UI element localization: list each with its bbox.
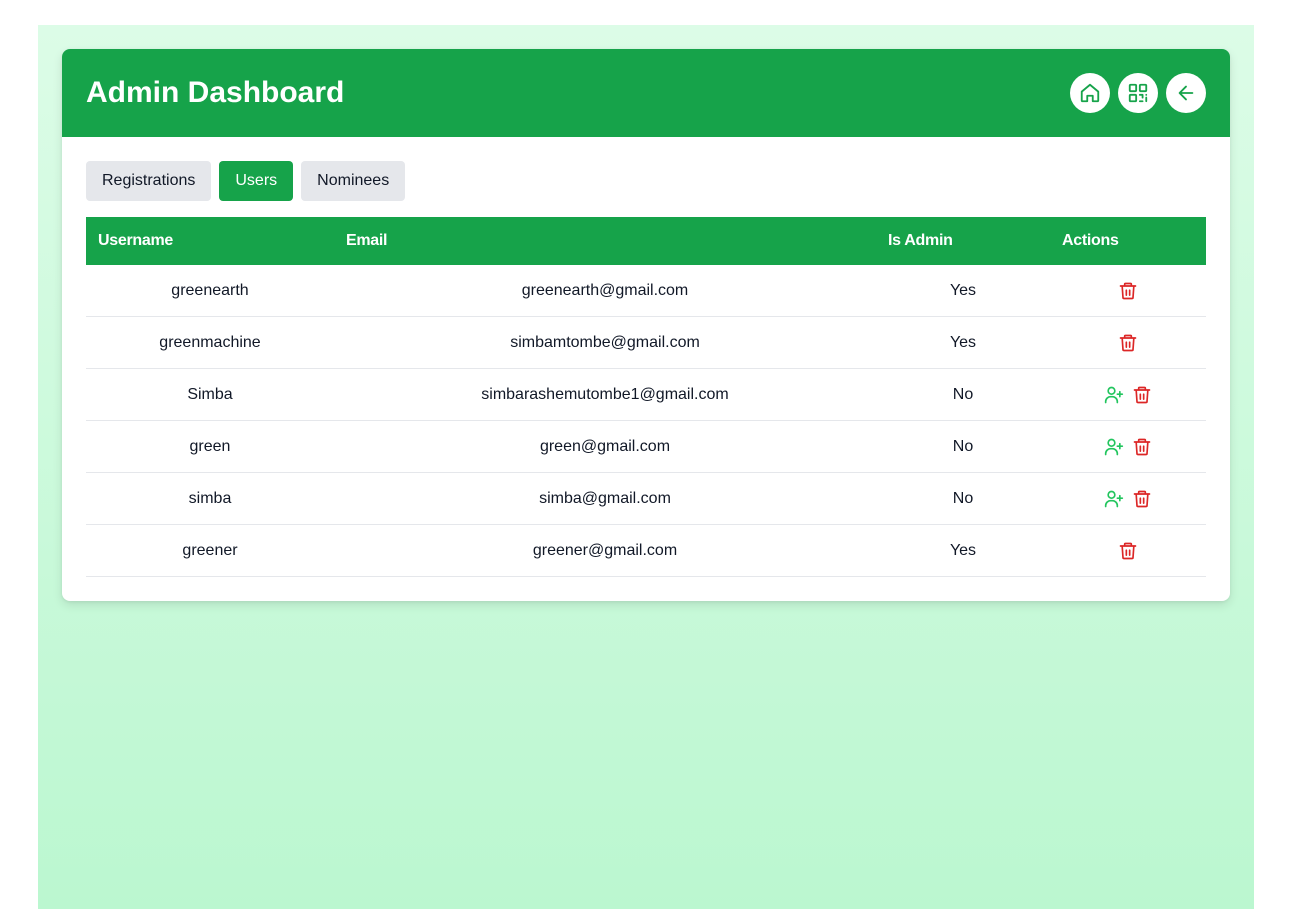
delete-user-button[interactable]: [1118, 281, 1138, 301]
table-row: simba simba@gmail.com No: [86, 472, 1206, 525]
cell-email: green@gmail.com: [334, 420, 876, 473]
cell-is-admin: No: [876, 472, 1050, 525]
cell-actions: [1050, 420, 1206, 473]
cell-email: greener@gmail.com: [334, 524, 876, 577]
cell-actions: [1050, 368, 1206, 421]
cell-actions: [1050, 265, 1206, 317]
dashboard-card: Admin Dashboard Registrations Users Nomi…: [62, 49, 1230, 601]
home-button[interactable]: [1070, 73, 1110, 113]
user-plus-icon: [1104, 386, 1124, 403]
cell-email: simbarashemutombe1@gmail.com: [334, 368, 876, 421]
home-icon: [1080, 83, 1100, 103]
dashboard-body: Registrations Users Nominees Username Em…: [62, 137, 1230, 601]
page-background: Admin Dashboard Registrations Users Nomi…: [38, 25, 1254, 909]
cell-username: Simba: [86, 368, 334, 421]
table-row: greenmachine simbamtombe@gmail.com Yes: [86, 316, 1206, 369]
cell-is-admin: Yes: [876, 265, 1050, 317]
column-header-email[interactable]: Email: [334, 217, 876, 265]
table-body: greenearth greenearth@gmail.com Yes greenma…: [86, 265, 1206, 577]
cell-username: green: [86, 420, 334, 473]
row-actions: [1062, 385, 1194, 405]
column-header-username[interactable]: Username: [86, 217, 334, 265]
cell-username: greenearth: [86, 265, 334, 317]
trash-icon: [1119, 282, 1137, 299]
trash-icon: [1133, 386, 1151, 403]
tab-nominees[interactable]: Nominees: [301, 161, 406, 201]
make-admin-button[interactable]: [1104, 385, 1124, 405]
row-actions: [1062, 281, 1194, 301]
page-title: Admin Dashboard: [86, 76, 345, 109]
cell-username: simba: [86, 472, 334, 525]
arrow-left-icon: [1178, 85, 1194, 101]
trash-icon: [1133, 438, 1151, 455]
table-row: greener greener@gmail.com Yes: [86, 524, 1206, 577]
tab-registrations[interactable]: Registrations: [86, 161, 212, 201]
trash-icon: [1133, 490, 1151, 507]
tab-users[interactable]: Users: [219, 161, 294, 201]
user-plus-icon: [1104, 438, 1124, 455]
cell-actions: [1050, 472, 1206, 525]
delete-user-button[interactable]: [1118, 333, 1138, 353]
cell-email: simba@gmail.com: [334, 472, 876, 525]
cell-is-admin: No: [876, 368, 1050, 421]
qr-code-icon: [1128, 83, 1148, 103]
delete-user-button[interactable]: [1118, 541, 1138, 561]
row-actions: [1062, 437, 1194, 457]
row-actions: [1062, 333, 1194, 353]
cell-actions: [1050, 316, 1206, 369]
cell-username: greener: [86, 524, 334, 577]
table-row: Simba simbarashemutombe1@gmail.com No: [86, 368, 1206, 421]
make-admin-button[interactable]: [1104, 489, 1124, 509]
cell-actions: [1050, 524, 1206, 577]
row-actions: [1062, 489, 1194, 509]
column-header-is-admin[interactable]: Is Admin: [876, 217, 1050, 265]
cell-email: greenearth@gmail.com: [334, 265, 876, 317]
user-plus-icon: [1104, 490, 1124, 507]
trash-icon: [1119, 334, 1137, 351]
qr-code-button[interactable]: [1118, 73, 1158, 113]
trash-icon: [1119, 542, 1137, 559]
delete-user-button[interactable]: [1132, 385, 1152, 405]
cell-email: simbamtombe@gmail.com: [334, 316, 876, 369]
delete-user-button[interactable]: [1132, 489, 1152, 509]
back-button[interactable]: [1166, 73, 1206, 113]
table-row: greenearth greenearth@gmail.com Yes: [86, 265, 1206, 317]
header-actions: [1070, 73, 1206, 113]
table-row: green green@gmail.com No: [86, 420, 1206, 473]
users-table: Username Email Is Admin Actions greenear…: [86, 217, 1206, 577]
cell-username: greenmachine: [86, 316, 334, 369]
cell-is-admin: Yes: [876, 316, 1050, 369]
make-admin-button[interactable]: [1104, 437, 1124, 457]
dashboard-header: Admin Dashboard: [62, 49, 1230, 137]
delete-user-button[interactable]: [1132, 437, 1152, 457]
cell-is-admin: No: [876, 420, 1050, 473]
tab-bar: Registrations Users Nominees: [86, 161, 1206, 201]
column-header-actions: Actions: [1062, 232, 1119, 249]
row-actions: [1062, 541, 1194, 561]
table-header-row: Username Email Is Admin Actions: [86, 217, 1206, 265]
cell-is-admin: Yes: [876, 524, 1050, 577]
